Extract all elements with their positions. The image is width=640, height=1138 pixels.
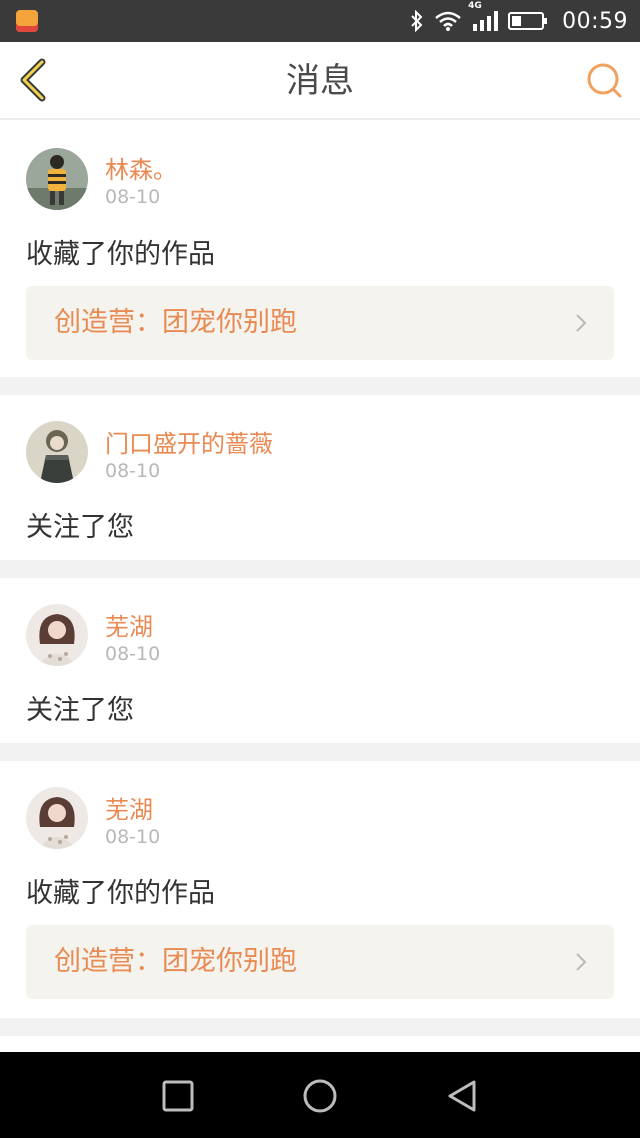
avatar[interactable] [26, 148, 88, 210]
status-icons: 4G 00:59 [410, 0, 628, 42]
message-item[interactable]: 林森。 08-10 收藏了你的作品 创造营：团宠你别跑 [0, 120, 640, 377]
page-title: 消息 [286, 61, 354, 101]
message-date: 08-10 [105, 186, 161, 208]
back-nav-button[interactable] [444, 1078, 480, 1114]
message-date: 08-10 [105, 460, 161, 482]
work-link[interactable]: 创造营：团宠你别跑 [26, 286, 614, 360]
avatar[interactable] [26, 787, 88, 849]
avatar[interactable] [26, 421, 88, 483]
bluetooth-icon [410, 10, 424, 32]
clock: 00:59 [562, 8, 628, 34]
chevron-right-icon [576, 953, 587, 971]
app-icon [16, 10, 38, 32]
divider [0, 560, 640, 578]
network-type: 4G [468, 1, 482, 11]
user-name[interactable]: 芜湖 [105, 790, 153, 825]
user-name[interactable]: 芜湖 [105, 607, 153, 642]
signal-icon: 4G [468, 1, 499, 32]
system-nav-bar [0, 1052, 640, 1138]
app-header: 消息 [0, 42, 640, 120]
message-text: 收藏了你的作品 [26, 878, 215, 909]
divider [0, 377, 640, 395]
user-name[interactable]: 林森。 [105, 150, 177, 185]
divider [0, 743, 640, 761]
work-title: 创造营：团宠你别跑 [54, 307, 297, 338]
divider [0, 1018, 640, 1036]
message-date: 08-10 [105, 826, 161, 848]
wifi-icon [434, 10, 462, 32]
home-circle-icon [303, 1079, 337, 1113]
recents-square-icon [162, 1080, 194, 1112]
work-link[interactable]: 创造营：团宠你别跑 [26, 925, 614, 999]
chevron-left-icon [20, 58, 46, 102]
search-button[interactable] [584, 60, 626, 102]
status-bar: 4G 00:59 [0, 0, 640, 42]
message-text: 关注了您 [26, 512, 134, 543]
message-item[interactable]: 芜湖 08-10 关注了您 [0, 578, 640, 743]
avatar[interactable] [26, 604, 88, 666]
chevron-right-icon [576, 314, 587, 332]
message-date: 08-10 [105, 643, 161, 665]
back-button[interactable] [14, 56, 54, 104]
home-button[interactable] [302, 1078, 338, 1114]
message-text: 收藏了你的作品 [26, 239, 215, 270]
message-text: 关注了您 [26, 695, 134, 726]
recents-button[interactable] [160, 1078, 196, 1114]
battery-icon [508, 10, 548, 32]
back-triangle-icon [448, 1080, 476, 1112]
work-title: 创造营：团宠你别跑 [54, 946, 297, 977]
message-item[interactable]: 门口盛开的蔷薇 08-10 关注了您 [0, 395, 640, 560]
message-list: 林森。 08-10 收藏了你的作品 创造营：团宠你别跑 门口盛开的蔷薇 08-1… [0, 120, 640, 1076]
message-item[interactable]: 芜湖 08-10 收藏了你的作品 创造营：团宠你别跑 [0, 761, 640, 1018]
user-name[interactable]: 门口盛开的蔷薇 [105, 424, 273, 459]
search-icon [587, 63, 622, 98]
